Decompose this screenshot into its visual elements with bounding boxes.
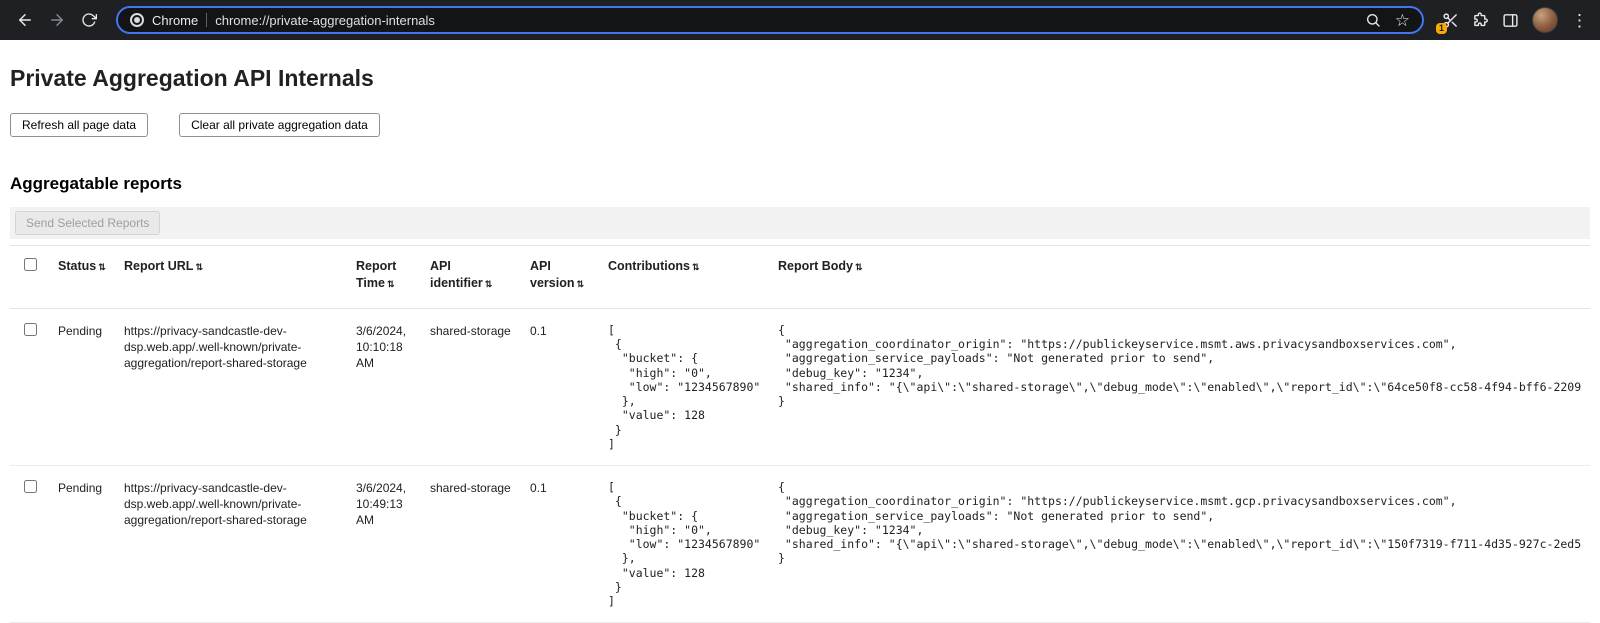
reload-icon bbox=[81, 12, 97, 28]
column-header-report-time[interactable]: Report Time⇅ bbox=[348, 246, 422, 309]
api-identifier-cell: shared-storage bbox=[422, 466, 522, 623]
report-body-json: { "aggregation_coordinator_origin": "htt… bbox=[778, 480, 1582, 566]
clear-all-button[interactable]: Clear all private aggregation data bbox=[179, 113, 380, 137]
side-panel-icon[interactable] bbox=[1502, 12, 1519, 29]
reports-table: Status⇅ Report URL⇅ Report Time⇅ API ide… bbox=[10, 245, 1590, 623]
contributions-json: [ { "bucket": { "high": "0", "low": "123… bbox=[608, 480, 762, 608]
report-row: Pending https://privacy-sandcastle-dev-d… bbox=[10, 466, 1590, 623]
column-label: API identifier bbox=[430, 259, 483, 290]
row-checkbox[interactable] bbox=[24, 323, 37, 336]
select-all-checkbox[interactable] bbox=[24, 258, 37, 271]
column-header-api-version[interactable]: API version⇅ bbox=[522, 246, 600, 309]
report-body-json: { "aggregation_coordinator_origin": "htt… bbox=[778, 323, 1582, 409]
column-label: Status bbox=[58, 259, 96, 273]
address-bar[interactable]: Chrome chrome://private-aggregation-inte… bbox=[116, 6, 1424, 34]
back-arrow-icon bbox=[16, 11, 34, 29]
bookmark-star-icon[interactable]: ☆ bbox=[1395, 12, 1410, 29]
column-label: Report URL bbox=[124, 259, 193, 273]
kebab-menu-icon[interactable]: ⋮ bbox=[1571, 12, 1588, 29]
column-label: Contributions bbox=[608, 259, 690, 273]
omnibox-divider bbox=[206, 13, 207, 27]
status-cell: Pending bbox=[50, 466, 116, 623]
column-header-api-identifier[interactable]: API identifier⇅ bbox=[422, 246, 522, 309]
browser-toolbar: Chrome chrome://private-aggregation-inte… bbox=[0, 0, 1600, 40]
scissors-extension-icon[interactable]: 1 bbox=[1442, 12, 1459, 29]
forward-button[interactable] bbox=[42, 5, 72, 35]
report-url-cell: https://privacy-sandcastle-dev-dsp.web.a… bbox=[116, 466, 348, 623]
column-header-status[interactable]: Status⇅ bbox=[50, 246, 116, 309]
sort-icon: ⇅ bbox=[98, 262, 106, 272]
profile-avatar[interactable] bbox=[1532, 7, 1558, 33]
column-label: Report Body bbox=[778, 259, 853, 273]
site-label: Chrome bbox=[152, 13, 198, 28]
api-identifier-cell: shared-storage bbox=[422, 308, 522, 465]
column-header-report-body[interactable]: Report Body⇅ bbox=[770, 246, 1590, 309]
page-title: Private Aggregation API Internals bbox=[10, 65, 1590, 92]
row-checkbox[interactable] bbox=[24, 480, 37, 493]
reports-toolbar: Send Selected Reports bbox=[10, 207, 1590, 239]
column-header-contributions[interactable]: Contributions⇅ bbox=[600, 246, 770, 309]
column-header-report-url[interactable]: Report URL⇅ bbox=[116, 246, 348, 309]
contributions-cell: [ { "bucket": { "high": "0", "low": "123… bbox=[600, 466, 770, 623]
column-label: API version bbox=[530, 259, 574, 290]
sort-icon: ⇅ bbox=[576, 279, 584, 289]
report-time-cell: 3/6/2024, 10:10:18 AM bbox=[348, 308, 422, 465]
reload-button[interactable] bbox=[74, 5, 104, 35]
api-version-cell: 0.1 bbox=[522, 466, 600, 623]
sort-icon: ⇅ bbox=[855, 262, 863, 272]
report-body-cell: { "aggregation_coordinator_origin": "htt… bbox=[770, 308, 1590, 465]
zoom-icon[interactable] bbox=[1365, 12, 1381, 28]
extension-badge: 1 bbox=[1436, 23, 1447, 34]
sort-icon: ⇅ bbox=[195, 262, 203, 272]
chrome-logo-icon bbox=[130, 13, 144, 27]
select-all-header bbox=[10, 246, 50, 309]
sort-icon: ⇅ bbox=[692, 262, 700, 272]
contributions-json: [ { "bucket": { "high": "0", "low": "123… bbox=[608, 323, 762, 451]
url-text: chrome://private-aggregation-internals bbox=[215, 13, 435, 28]
contributions-cell: [ { "bucket": { "high": "0", "low": "123… bbox=[600, 308, 770, 465]
report-url-cell: https://privacy-sandcastle-dev-dsp.web.a… bbox=[116, 308, 348, 465]
page-content: Private Aggregation API Internals Refres… bbox=[0, 65, 1600, 623]
sort-icon: ⇅ bbox=[485, 279, 493, 289]
report-time-cell: 3/6/2024, 10:49:13 AM bbox=[348, 466, 422, 623]
status-cell: Pending bbox=[50, 308, 116, 465]
page-actions: Refresh all page data Clear all private … bbox=[10, 113, 1590, 137]
extensions-puzzle-icon[interactable] bbox=[1472, 12, 1489, 29]
send-selected-button[interactable]: Send Selected Reports bbox=[15, 211, 160, 235]
api-version-cell: 0.1 bbox=[522, 308, 600, 465]
table-header-row: Status⇅ Report URL⇅ Report Time⇅ API ide… bbox=[10, 246, 1590, 309]
refresh-all-button[interactable]: Refresh all page data bbox=[10, 113, 148, 137]
forward-arrow-icon bbox=[48, 11, 66, 29]
section-title: Aggregatable reports bbox=[10, 174, 1590, 194]
report-body-cell: { "aggregation_coordinator_origin": "htt… bbox=[770, 466, 1590, 623]
back-button[interactable] bbox=[10, 5, 40, 35]
toolbar-right-cluster: 1 ⋮ bbox=[1436, 7, 1590, 33]
sort-icon: ⇅ bbox=[387, 279, 395, 289]
report-row: Pending https://privacy-sandcastle-dev-d… bbox=[10, 308, 1590, 465]
